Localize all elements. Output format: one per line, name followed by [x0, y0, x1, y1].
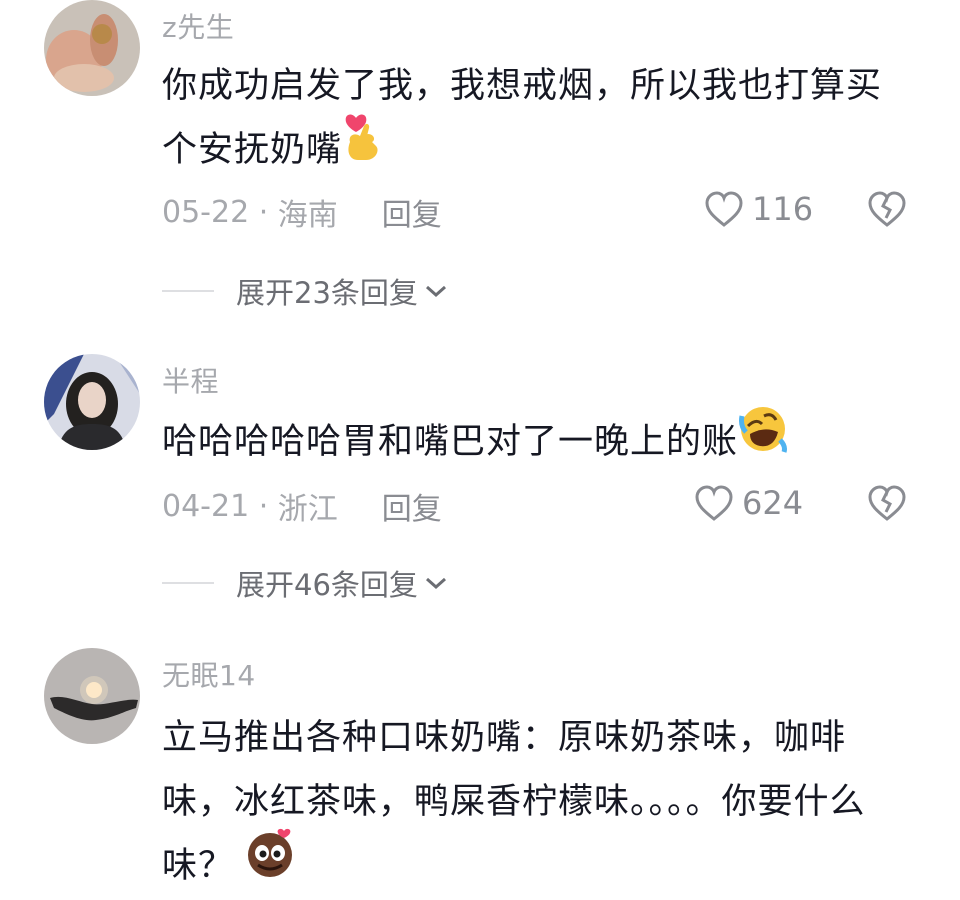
username[interactable]: 半程	[162, 360, 219, 400]
comment-meta: 04-21 · 浙江 回复	[162, 484, 442, 528]
comment-location: 海南	[277, 198, 338, 233]
chevron-down-icon	[425, 577, 446, 590]
broken-heart-icon	[868, 191, 906, 227]
comment-body: 哈哈哈哈哈胃和嘴巴对了一晚上的账	[162, 422, 739, 462]
like-count: 116	[752, 190, 814, 228]
username[interactable]: z先生	[162, 6, 234, 46]
broken-heart-icon	[868, 485, 906, 521]
avatar[interactable]	[44, 354, 140, 450]
username[interactable]: 无眠14	[162, 654, 256, 694]
reply-button[interactable]: 回复	[382, 484, 442, 528]
avatar[interactable]	[44, 648, 140, 744]
comment-text: 立马推出各种口味奶嘴：原味奶茶味，咖啡味，冰红茶味，鸭屎香柠檬味。。。。你要什么…	[162, 706, 892, 900]
comment-location: 浙江	[277, 492, 338, 527]
like-button[interactable]: 624	[694, 484, 803, 522]
expand-replies-label: 展开46条回复	[236, 568, 418, 602]
like-count: 624	[742, 484, 804, 522]
like-button[interactable]: 116	[704, 190, 813, 228]
dislike-button[interactable]	[866, 484, 908, 526]
avatar[interactable]	[44, 0, 140, 96]
comment-body: 你成功启发了我，我想戒烟，所以我也打算买个安抚奶嘴	[162, 66, 883, 170]
rolling-laughing-icon	[738, 404, 788, 475]
expand-replies-button[interactable]: 展开23条回复	[162, 270, 448, 312]
comment-date: 04-21	[162, 488, 250, 524]
comment-text: 哈哈哈哈哈胃和嘴巴对了一晚上的账	[162, 406, 902, 475]
expand-replies-label: 展开23条回复	[236, 276, 418, 310]
chevron-down-icon	[425, 285, 446, 298]
reply-button[interactable]: 回复	[382, 190, 442, 234]
expand-replies-button[interactable]: 展开46条回复	[162, 562, 448, 604]
divider-line	[162, 582, 214, 584]
meta-separator: ·	[249, 194, 278, 230]
meta-separator: ·	[249, 488, 278, 524]
heart-icon	[705, 191, 743, 227]
comment-date: 05-22	[162, 194, 250, 230]
cheeky-face-icon	[244, 827, 296, 900]
dislike-button[interactable]	[866, 190, 908, 232]
comment-meta: 05-22 · 海南 回复	[162, 190, 442, 234]
divider-line	[162, 290, 214, 292]
finger-heart-icon	[342, 112, 382, 183]
heart-icon	[695, 485, 733, 521]
comment-text: 你成功启发了我，我想戒烟，所以我也打算买个安抚奶嘴	[162, 54, 902, 183]
